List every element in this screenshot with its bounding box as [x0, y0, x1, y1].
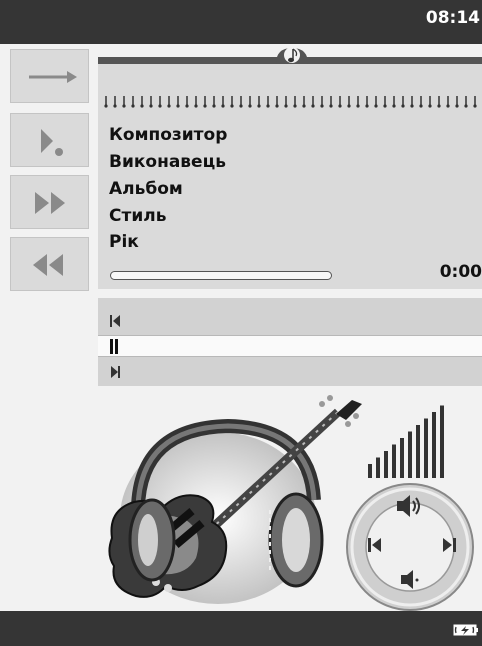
- track-info-panel: [98, 57, 482, 289]
- playlist-row-active[interactable]: [98, 335, 482, 357]
- playlist-row-next[interactable]: [98, 361, 482, 383]
- skip-previous-icon: [110, 315, 120, 327]
- volume-bar: [376, 457, 380, 478]
- volume-bar: [416, 425, 420, 478]
- volume-bar: [424, 418, 428, 478]
- play-step-icon: [41, 129, 63, 156]
- rewind-icon: [33, 254, 63, 276]
- volume-bar: [408, 431, 412, 478]
- guitar-headphones-illustration: [108, 395, 362, 604]
- spiral-binding-decoration: [104, 96, 477, 108]
- style-label: Стиль: [109, 206, 167, 226]
- rewind-button[interactable]: [10, 237, 89, 291]
- pause-icon: [110, 339, 118, 354]
- next-track-icon[interactable]: [440, 534, 460, 556]
- volume-bar: [440, 405, 444, 478]
- year-label: Рік: [109, 232, 139, 252]
- fast-forward-icon: [35, 192, 65, 214]
- playlist-row-previous[interactable]: [98, 310, 482, 332]
- volume-bar: [392, 444, 396, 478]
- performer-label: Виконавець: [109, 152, 226, 172]
- music-note-icon: [276, 47, 308, 64]
- battery-charging-icon: [453, 624, 478, 636]
- volume-bar: [400, 438, 404, 478]
- play-step-button[interactable]: [10, 113, 89, 167]
- status-bar: [0, 0, 482, 44]
- next-mode-button[interactable]: [10, 49, 89, 103]
- volume-bar: [368, 464, 372, 478]
- playback-progress-bar[interactable]: [110, 271, 332, 280]
- album-label: Альбом: [109, 179, 183, 199]
- volume-up-icon[interactable]: [393, 492, 427, 520]
- volume-bar: [384, 451, 388, 478]
- previous-track-icon[interactable]: [365, 534, 385, 556]
- fast-forward-button[interactable]: [10, 175, 89, 229]
- clock: 08:14: [425, 8, 480, 28]
- composer-label: Композитор: [109, 125, 228, 145]
- volume-bar: [432, 412, 436, 478]
- bottom-bar: [0, 611, 482, 646]
- skip-next-icon: [111, 366, 120, 378]
- volume-down-icon[interactable]: [397, 566, 423, 592]
- elapsed-time: 0:00: [439, 262, 482, 282]
- arrow-right-icon: [29, 71, 77, 83]
- volume-level-indicator: [368, 405, 444, 478]
